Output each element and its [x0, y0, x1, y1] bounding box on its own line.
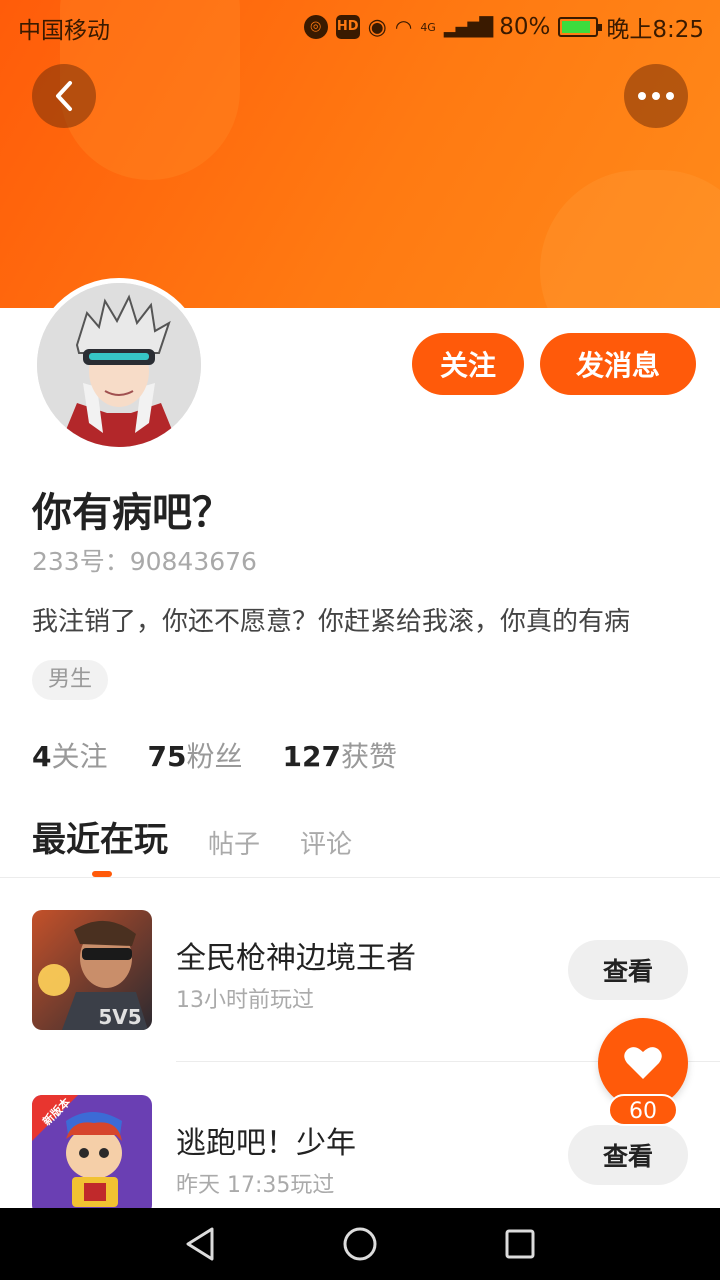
stat-label: 获赞: [340, 740, 397, 773]
view-button[interactable]: 查看: [568, 1125, 688, 1185]
game-played-time: 昨天 17:35玩过: [176, 1173, 335, 1198]
carrier-label: 中国移动: [18, 18, 110, 44]
game-thumbnail: 新版本: [32, 1095, 152, 1215]
bio: 我注销了，你还不愿意？你赶紧给我滚，你真的有病: [32, 607, 631, 637]
eye-icon: ◉: [367, 14, 387, 40]
game-badge: 5V5: [98, 1005, 141, 1029]
uid-label: 233号：: [32, 547, 130, 576]
divider: [0, 877, 720, 878]
back-button[interactable]: [32, 64, 96, 128]
more-button[interactable]: [624, 64, 688, 128]
stat-value: 75: [147, 740, 187, 773]
call-icon: ◎: [303, 15, 328, 39]
nav-back-button[interactable]: [180, 1224, 220, 1264]
nav-back-icon: [186, 1227, 214, 1261]
view-button[interactable]: 查看: [568, 940, 688, 1000]
game-thumbnail: 5V5: [32, 910, 152, 1030]
game-title: 逃跑吧！少年: [176, 1126, 356, 1161]
stat-label: 关注: [51, 740, 108, 773]
profile-tabs: 最近在玩 帖子 评论: [32, 812, 352, 865]
nav-recents-icon: [505, 1229, 535, 1259]
gender-tag: 男生: [32, 660, 109, 700]
hd-icon: HD: [335, 15, 360, 39]
wifi-icon: ◠: [394, 15, 413, 39]
avatar[interactable]: [32, 278, 206, 452]
stat-value: 127: [282, 740, 341, 773]
tab-posts[interactable]: 帖子: [208, 824, 260, 865]
game-title: 全民枪神边境王者: [176, 941, 416, 976]
nickname: 你有病吧？: [32, 490, 232, 536]
tab-comments[interactable]: 评论: [300, 824, 352, 865]
game-played-time: 13小时前玩过: [176, 988, 314, 1013]
stat-likes: 127获赞: [282, 735, 396, 775]
tab-recently-played[interactable]: 最近在玩: [32, 812, 168, 865]
system-nav-bar: [0, 1208, 720, 1280]
battery-icon: [558, 17, 603, 37]
like-count-badge: 60: [608, 1094, 678, 1126]
nav-home-button[interactable]: [340, 1224, 380, 1264]
signal-bars-icon: ▂▄▆█: [443, 16, 493, 38]
more-dots-icon: [638, 92, 674, 100]
clock: 晚上8:25: [606, 17, 704, 43]
stat-following[interactable]: 4关注: [32, 735, 108, 775]
avatar-image: [37, 283, 201, 447]
status-bar: 中国移动 ◎ HD ◉ ◠ 4G ▂▄▆█ 80% 晚上8:25: [0, 0, 720, 50]
list-item[interactable]: 5V5 全民枪神边境王者 13小时前玩过 查看: [0, 895, 720, 1045]
heart-icon: [624, 1047, 662, 1079]
battery-percent: 80%: [499, 14, 551, 40]
nav-home-icon: [343, 1227, 377, 1261]
nav-recents-button[interactable]: [500, 1224, 540, 1264]
chevron-left-icon: [56, 81, 72, 111]
uid-value: 90843676: [129, 547, 257, 576]
send-message-button[interactable]: 发消息: [540, 333, 696, 395]
stat-label: 粉丝: [186, 740, 243, 773]
stat-value: 4: [32, 740, 52, 773]
uid-row: 233号：90843676: [32, 542, 257, 578]
stats-row: 4关注 75粉丝 127获赞: [32, 735, 397, 775]
follow-button[interactable]: 关注: [412, 333, 524, 395]
signal-icon: 4G: [420, 20, 436, 34]
stat-fans[interactable]: 75粉丝: [148, 735, 243, 775]
